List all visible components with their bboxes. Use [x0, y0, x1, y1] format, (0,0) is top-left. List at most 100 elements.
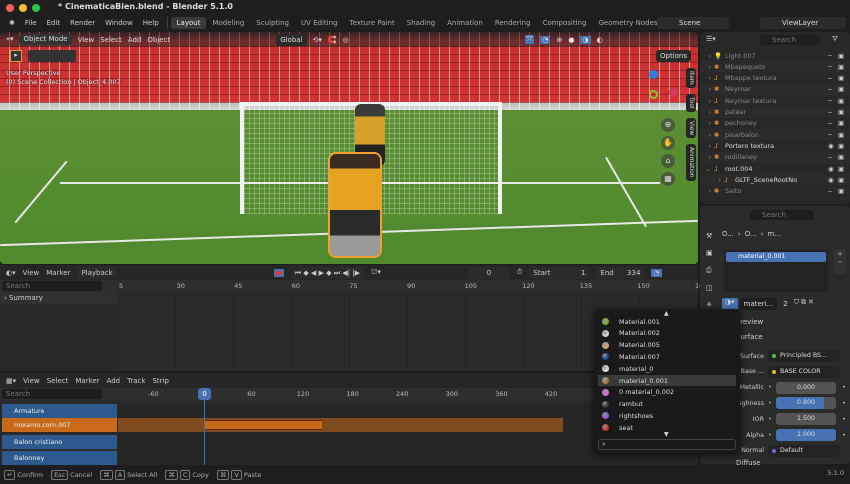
blender-logo-icon[interactable]: ✺ — [4, 17, 20, 29]
viewport-menu-view[interactable]: View — [78, 36, 95, 44]
object-mode-dropdown[interactable]: Object Mode — [19, 34, 72, 45]
camera-icon[interactable]: ▣ — [838, 108, 850, 116]
summary-row[interactable]: › Summary — [0, 292, 118, 304]
expand-chevron-icon[interactable]: › — [700, 52, 714, 60]
render-tab-icon[interactable]: ▣ — [706, 249, 713, 257]
transform-orientation-dropdown[interactable]: Global — [276, 33, 307, 46]
menu-window[interactable]: Window — [100, 17, 138, 29]
material-slot-item[interactable]: material_0.001 — [726, 252, 826, 262]
menu-edit[interactable]: Edit — [42, 17, 66, 29]
workspace-tab-texture-paint[interactable]: Texture Paint — [344, 17, 401, 29]
maximize-window-button[interactable] — [32, 4, 40, 12]
gizmo-toggle-icon[interactable]: ⤧ — [524, 35, 535, 44]
eye-icon[interactable]: ◉ — [828, 142, 838, 150]
eye-icon[interactable]: ◉ — [828, 165, 838, 173]
nla-menu-track[interactable]: Track — [127, 377, 145, 385]
workspace-tab-layout[interactable]: Layout — [170, 17, 207, 29]
hidden-eye-icon[interactable]: ⌣ — [828, 108, 838, 117]
hidden-eye-icon[interactable]: ⌣ — [828, 130, 838, 139]
keyframe-dot-icon[interactable]: • — [842, 416, 846, 423]
property-slider[interactable]: 1.000 — [776, 429, 836, 441]
workspace-tab-rendering[interactable]: Rendering — [489, 17, 537, 29]
duplicate-material-icon[interactable]: ⧉ — [801, 298, 806, 310]
workspace-tab-uv-editing[interactable]: UV Editing — [295, 17, 344, 29]
nla-search-input[interactable]: Search — [2, 389, 102, 399]
shading-wireframe-icon[interactable]: ⊕ — [556, 36, 562, 44]
nla-action-strip[interactable] — [205, 420, 322, 430]
property-socket-field[interactable]: Default — [768, 444, 840, 457]
viewport-menu-add[interactable]: Add — [128, 36, 142, 44]
expand-chevron-icon[interactable]: › — [700, 85, 714, 93]
expand-chevron-icon[interactable]: › — [700, 131, 714, 139]
property-socket-field[interactable]: BASE COLOR — [768, 365, 840, 378]
workspace-tab-compositing[interactable]: Compositing — [537, 17, 593, 29]
shading-rendered-icon[interactable]: ◐ — [597, 36, 603, 44]
expand-chevron-icon[interactable]: › — [700, 153, 714, 161]
nla-track-armature[interactable]: Armature — [2, 404, 117, 418]
workspace-tab-shading[interactable]: Shading — [401, 17, 441, 29]
material-option[interactable]: 0 material_0.002 — [598, 387, 736, 398]
outliner-search-input[interactable]: Search — [760, 35, 820, 45]
material-option[interactable]: rambut — [598, 399, 736, 410]
workspace-tab-animation[interactable]: Animation — [441, 17, 489, 29]
options-dropdown[interactable]: Options — [656, 50, 692, 62]
zoom-icon[interactable]: ⊕ — [661, 118, 675, 132]
camera-icon[interactable]: ▣ — [838, 165, 850, 173]
timeline-menu-playback[interactable]: Playback — [77, 266, 117, 279]
hidden-eye-icon[interactable]: ⌣ — [828, 74, 838, 83]
expand-chevron-icon[interactable]: › — [700, 187, 714, 195]
timeline-search-input[interactable]: Search — [2, 281, 102, 291]
record-icon[interactable]: ● — [273, 268, 284, 277]
expand-chevron-icon[interactable]: › — [700, 119, 714, 127]
properties-search-input[interactable]: Search — [750, 210, 814, 220]
outliner-item[interactable]: › ✱ pechoney ⌣ ▣ — [700, 117, 850, 129]
editor-type-icon[interactable]: ⌖▾ — [6, 35, 13, 44]
material-option[interactable]: rightshoes — [598, 410, 736, 421]
camera-icon[interactable]: ▣ — [838, 176, 850, 184]
expand-chevron-icon[interactable]: › — [700, 142, 714, 150]
camera-icon[interactable]: ▣ — [838, 119, 850, 127]
shading-material-icon[interactable]: ◑ — [580, 35, 591, 44]
select-tool-icon[interactable]: ▸ — [10, 50, 22, 62]
outliner-item[interactable]: › ✱ patear ⌣ ▣ — [700, 106, 850, 118]
expand-chevron-icon[interactable]: › — [700, 63, 714, 71]
hidden-eye-icon[interactable]: ⌣ — [828, 96, 838, 105]
camera-view-icon[interactable]: ⌂ — [661, 154, 675, 168]
camera-icon[interactable]: ▣ — [838, 131, 850, 139]
timeline-ruler[interactable]: Search 5304560759010512013515016 — [0, 280, 703, 292]
material-name-field[interactable]: materi... — [739, 298, 778, 310]
selection-mode-buttons[interactable] — [28, 50, 76, 62]
workspace-tab-geometry-nodes[interactable]: Geometry Nodes — [592, 17, 663, 29]
material-option[interactable]: Material.001 — [598, 316, 736, 327]
camera-icon[interactable]: ▣ — [838, 52, 850, 60]
camera-icon[interactable]: ▣ — [838, 142, 850, 150]
nla-action-track[interactable] — [118, 418, 563, 432]
stopwatch-icon[interactable]: ⏱ — [517, 268, 522, 277]
outliner-item[interactable]: › ⅃ Portero textura ◉ ▣ — [700, 140, 850, 152]
filter-icon[interactable]: ⛛ — [832, 35, 838, 44]
selected-goalkeeper[interactable] — [330, 154, 380, 256]
keyframe-dot-icon[interactable]: • — [842, 400, 846, 407]
view-layer-selector[interactable]: ViewLayer — [760, 17, 846, 29]
material-option[interactable]: material_0.001 — [598, 375, 736, 386]
view-layer-tab-icon[interactable]: ◫ — [706, 284, 713, 292]
gizmo-x-axis[interactable] — [669, 88, 678, 97]
playback-controls[interactable]: ⏮ ◆ ◀ ▶ ◆ ⏭ ◀| |▶ — [290, 266, 364, 279]
shading-solid-icon[interactable]: ● — [568, 36, 574, 44]
outliner-item[interactable]: ⌄ ⅃ root.004 ◉ ▣ — [700, 163, 850, 174]
nla-menu-marker[interactable]: Marker — [75, 377, 99, 385]
timeline-menu-view[interactable]: View — [23, 269, 40, 277]
outliner-item[interactable]: › ✱ Mbapequeto ⌣ ▣ — [700, 61, 850, 73]
preview-panel-header[interactable]: Preview — [736, 318, 763, 326]
nla-menu-select[interactable]: Select — [47, 377, 69, 385]
snap-icon[interactable]: 🧲 — [328, 36, 337, 44]
output-tab-icon[interactable]: ⎙ — [706, 266, 713, 275]
nla-menu-view[interactable]: View — [23, 377, 40, 385]
material-option[interactable]: material_0 — [598, 363, 736, 374]
timeline-overlay-icon[interactable]: ◔ — [651, 268, 662, 277]
nla-menu-add[interactable]: Add — [107, 377, 121, 385]
ortho-grid-icon[interactable]: ▦ — [661, 172, 675, 186]
start-frame-field[interactable]: Start 1 — [529, 266, 590, 279]
fake-user-icon[interactable]: ⛉ — [794, 298, 799, 310]
tab-view[interactable]: View — [686, 118, 696, 139]
